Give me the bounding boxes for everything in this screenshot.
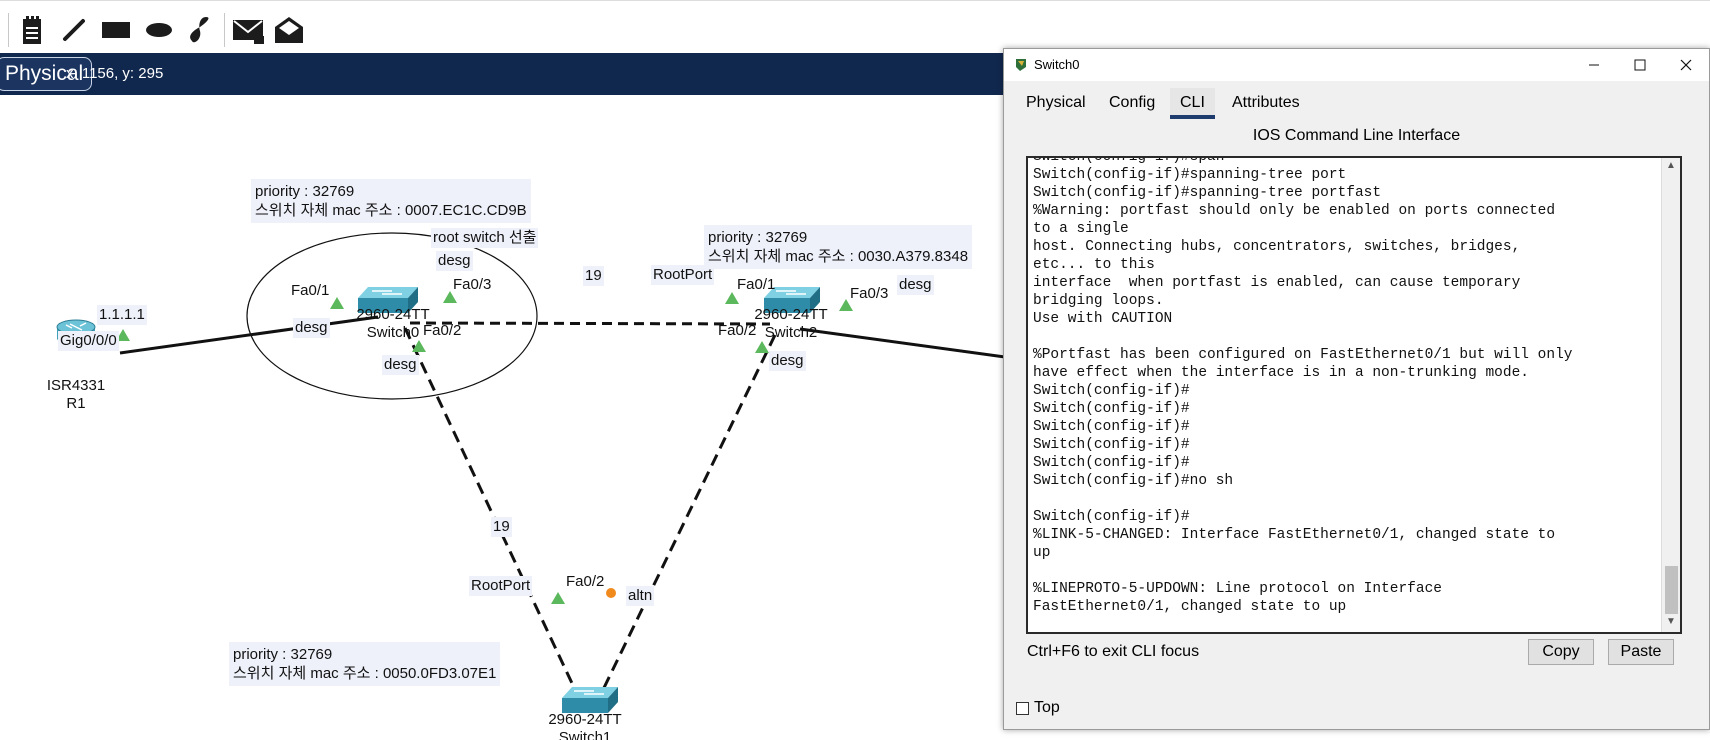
close-icon[interactable]: [1663, 49, 1709, 81]
scroll-down-icon[interactable]: ▼: [1665, 616, 1677, 630]
switch2-model: 2960-24TT: [754, 306, 828, 323]
copy-button[interactable]: Copy: [1528, 639, 1594, 665]
switch0-fa01-label: Fa0/1: [291, 282, 330, 299]
rectangle-icon[interactable]: [97, 11, 135, 49]
switch0-desg-bottom: desg: [382, 355, 419, 375]
switch1-model: 2960-24TT: [548, 711, 622, 728]
switch0-mac: 스위치 자체 mac 주소 : 0007.EC1C.CD9B: [255, 202, 527, 219]
app-icon: [1016, 59, 1026, 71]
window-title: Switch0: [1034, 57, 1080, 72]
switch2-info-note: priority : 32769 스위치 자체 mac 주소 : 0030.A3…: [704, 225, 973, 269]
paste-button[interactable]: Paste: [1608, 639, 1674, 665]
switch0-model: 2960-24TT: [356, 306, 430, 323]
switch1-info-note: priority : 32769 스위치 자체 mac 주소 : 0050.0F…: [229, 642, 501, 686]
switch0-device-label[interactable]: 2960-24TT Switch0: [352, 306, 434, 342]
topology-canvas[interactable]: 1.1.1.1 Gig0/0/0 ISR4331 R1 priority : 3…: [0, 95, 1005, 740]
cost-sw0-sw1: 19: [491, 517, 512, 537]
tab-physical[interactable]: Physical: [1016, 88, 1096, 118]
port-status-sw2-fa02: [755, 341, 769, 353]
cli-terminal[interactable]: Switch(config-if)#span Switch(config-if)…: [1026, 156, 1682, 634]
toolbar-separator: [224, 13, 225, 47]
switch1-device-label[interactable]: 2960-24TT Switch1: [544, 711, 626, 740]
switch1-mac: 스위치 자체 mac 주소 : 0050.0FD3.07E1: [233, 665, 497, 682]
switch2-desg-bottom: desg: [769, 351, 806, 371]
top-checkbox[interactable]: Top: [1016, 699, 1060, 717]
switch2-rootport-label: RootPort: [651, 265, 715, 285]
link-switch2-switch1: [598, 334, 777, 697]
switch2-priority: priority : 32769: [708, 229, 808, 246]
switch2-desg-right: desg: [897, 275, 934, 295]
add-complex-pdu-icon[interactable]: [270, 11, 308, 49]
port-status-sw0-fa01: [330, 297, 344, 309]
switch0-fa03-label: Fa0/3: [453, 276, 492, 293]
switch1-priority: priority : 32769: [233, 646, 333, 663]
switch0-window: Switch0 Physical Config CLI Attributes I…: [1003, 48, 1710, 730]
cli-heading: IOS Command Line Interface: [1252, 127, 1461, 144]
r1-device-label[interactable]: ISR4331 R1: [40, 377, 112, 413]
switch2-name: Switch2: [764, 324, 818, 341]
switch2-mac: 스위치 자체 mac 주소 : 0030.A379.8348: [708, 248, 969, 265]
switch1-rootport-label: RootPort: [469, 576, 533, 596]
cli-focus-hint: Ctrl+F6 to exit CLI focus: [1027, 643, 1200, 660]
switch0-info-note: priority : 32769 스위치 자체 mac 주소 : 0007.EC…: [251, 179, 531, 223]
freeform-icon[interactable]: [181, 11, 219, 49]
cursor-coordinates: x: 1156, y: 295: [66, 65, 164, 82]
r1-ip-label: 1.1.1.1: [97, 305, 147, 325]
switch2-fa03-label: Fa0/3: [850, 285, 889, 302]
r1-port-label: Gig0/0/0: [58, 331, 119, 351]
maximize-icon[interactable]: [1617, 49, 1663, 81]
port-status-sw1-blocked: [606, 588, 616, 598]
r1-name: R1: [66, 395, 86, 412]
switch0-priority: priority : 32769: [255, 183, 355, 200]
r1-model: ISR4331: [46, 377, 106, 394]
top-checkbox-label: Top: [1034, 699, 1060, 716]
window-titlebar[interactable]: Switch0: [1004, 49, 1709, 81]
drawing-toolbar: [0, 0, 1710, 54]
checkbox-box[interactable]: [1016, 701, 1029, 715]
switch1-fa02-label: Fa0/2: [566, 573, 605, 590]
switch0-name: Switch0: [366, 324, 420, 341]
switch0-desg-top: desg: [436, 251, 473, 271]
add-simple-pdu-icon[interactable]: [229, 11, 267, 49]
note-icon[interactable]: [13, 11, 51, 49]
root-switch-note: root switch 선출: [431, 228, 539, 248]
cli-scrollbar[interactable]: ▲ ▼: [1661, 158, 1680, 632]
ellipse-icon[interactable]: [140, 11, 178, 49]
cli-output[interactable]: Switch(config-if)#span Switch(config-if)…: [1033, 158, 1655, 616]
tab-attributes[interactable]: Attributes: [1222, 88, 1310, 118]
link-switch0-switch1: [403, 327, 580, 697]
link-r1-switch0: [119, 315, 379, 355]
cost-sw0-sw2: 19: [583, 266, 604, 286]
switch1-altn-label: altn: [626, 586, 655, 606]
switch-icon: [562, 687, 618, 713]
scroll-up-icon[interactable]: ▲: [1665, 160, 1677, 174]
switch2-device-label[interactable]: 2960-24TT Switch2: [750, 306, 832, 342]
line-icon[interactable]: [55, 11, 93, 49]
switch1-name: Switch1: [558, 729, 612, 740]
minimize-icon[interactable]: [1571, 49, 1617, 81]
switch2-fa01-label: Fa0/1: [737, 276, 776, 293]
tab-cli[interactable]: CLI: [1170, 88, 1215, 119]
toolbar-separator: [8, 13, 9, 47]
workspace-bar: Physical x: 1156, y: 295: [0, 53, 1005, 95]
port-status-sw1-fa02: [551, 592, 565, 604]
tab-config[interactable]: Config: [1099, 88, 1165, 118]
link-switch0-switch2: [409, 321, 771, 326]
scrollbar-thumb[interactable]: [1665, 566, 1678, 614]
switch0-desg-left: desg: [293, 318, 330, 338]
